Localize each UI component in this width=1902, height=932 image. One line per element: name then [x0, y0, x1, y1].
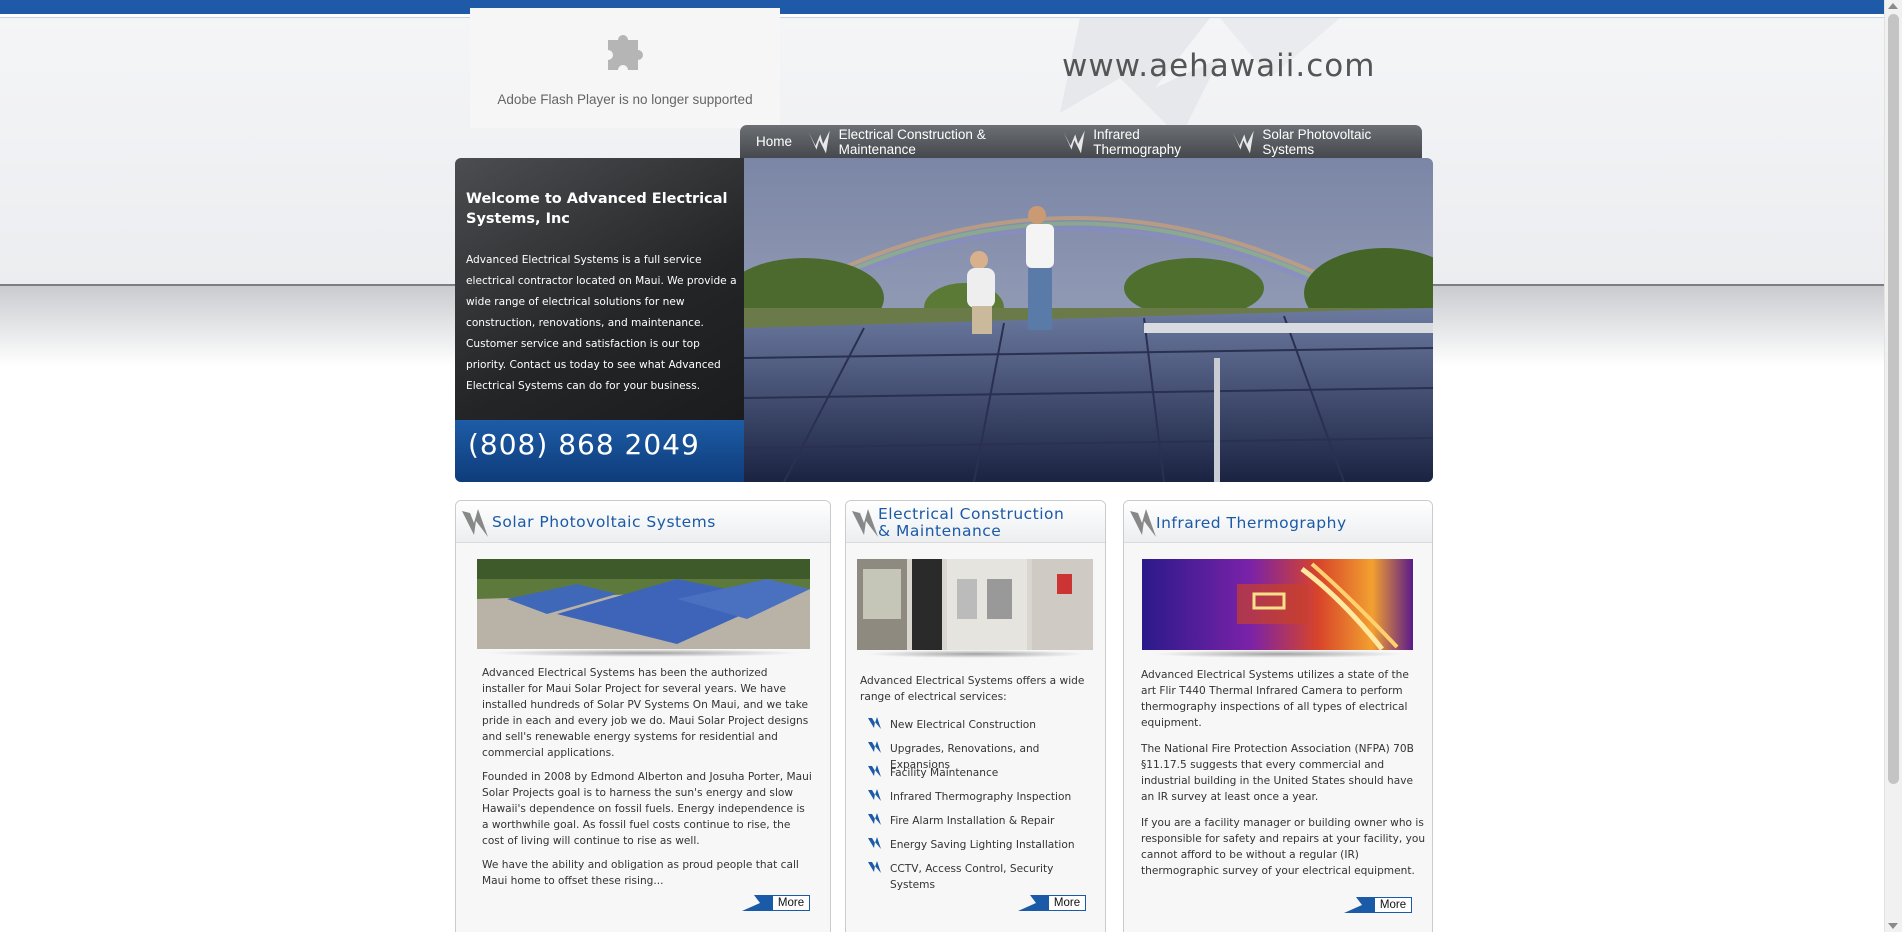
- image-shadow: [1154, 650, 1404, 658]
- hero-photo-solar-roof: [744, 158, 1433, 482]
- image-shadow: [486, 649, 801, 657]
- lightning-bullet-icon: [868, 861, 881, 873]
- electrical-section-title[interactable]: Electrical Construction & Maintenance: [878, 506, 1064, 540]
- infrared-section-header: Infrared Thermography: [1124, 501, 1432, 543]
- services-list: New Electrical Construction Upgrades, Re…: [860, 717, 1100, 891]
- electrical-section: Electrical Construction & Maintenance Ad…: [845, 500, 1106, 932]
- lightning-separator-icon: [808, 130, 830, 153]
- electrical-title-line-1: Electrical Construction: [878, 505, 1065, 523]
- infrared-section-text: Advanced Electrical Systems utilizes a s…: [1141, 667, 1426, 887]
- nav-electrical[interactable]: Electrical Construction & Maintenance: [835, 127, 1059, 157]
- electrical-intro: Advanced Electrical Systems offers a wid…: [860, 675, 1085, 703]
- hero-welcome-panel: Welcome to Advanced Electrical Systems, …: [455, 158, 744, 420]
- more-label[interactable]: More: [772, 895, 810, 911]
- nav-home[interactable]: Home: [740, 134, 804, 149]
- thermal-image-photo: [1142, 559, 1413, 650]
- lightning-bolt-icon: [852, 509, 878, 537]
- main-nav: Home Electrical Construction & Maintenan…: [740, 125, 1422, 158]
- solar-section-title[interactable]: Solar Photovoltaic Systems: [492, 514, 716, 531]
- lightning-separator-icon: [1232, 130, 1254, 153]
- service-item: Upgrades, Renovations, and Expansions: [860, 741, 1100, 771]
- more-label[interactable]: More: [1048, 895, 1086, 911]
- lightning-bullet-icon: [868, 813, 881, 825]
- solar-section-header: Solar Photovoltaic Systems: [456, 501, 830, 543]
- nav-infrared[interactable]: Infrared Thermography: [1089, 127, 1228, 157]
- service-item: Energy Saving Lighting Installation: [860, 837, 1100, 861]
- solar-paragraph-3: We have the ability and obligation as pr…: [482, 859, 799, 887]
- electrical-more-button[interactable]: More: [1018, 893, 1088, 913]
- service-item: Facility Maintenance: [860, 765, 1100, 789]
- flash-unsupported-message: Adobe Flash Player is no longer supporte…: [497, 92, 753, 107]
- hero-description: Advanced Electrical Systems is a full se…: [466, 254, 737, 392]
- flash-placeholder: Adobe Flash Player is no longer supporte…: [470, 8, 780, 128]
- lightning-bullet-icon: [868, 837, 881, 849]
- top-blue-bar: [0, 0, 1884, 14]
- scroll-up-arrow-icon[interactable]: [1888, 3, 1898, 9]
- service-item: Fire Alarm Installation & Repair: [860, 813, 1100, 837]
- service-item: Infrared Thermography Inspection: [860, 789, 1100, 813]
- electrical-section-header: Electrical Construction & Maintenance: [846, 501, 1105, 543]
- nav-solar[interactable]: Solar Photovoltaic Systems: [1258, 127, 1422, 157]
- hero-banner: Welcome to Advanced Electrical Systems, …: [455, 158, 1433, 482]
- solar-more-button[interactable]: More: [742, 893, 812, 913]
- infrared-more-button[interactable]: More: [1344, 895, 1414, 915]
- image-shadow: [866, 650, 1086, 658]
- lightning-bolt-icon: [1130, 509, 1156, 537]
- solar-section-text: Advanced Electrical Systems has been the…: [482, 665, 812, 897]
- infrared-paragraph-1: Advanced Electrical Systems utilizes a s…: [1141, 669, 1409, 729]
- solar-panels-photo: [477, 559, 810, 649]
- lightning-bullet-icon: [868, 765, 881, 777]
- phone-number: (808) 868 2049: [455, 420, 744, 482]
- service-item: CCTV, Access Control, Security Systems: [860, 861, 1100, 891]
- solar-paragraph-1: Advanced Electrical Systems has been the…: [482, 667, 809, 759]
- vertical-scrollbar[interactable]: [1884, 0, 1902, 932]
- infrared-section-title[interactable]: Infrared Thermography: [1156, 515, 1347, 532]
- hero-title: Welcome to Advanced Electrical Systems, …: [466, 191, 728, 227]
- more-label[interactable]: More: [1374, 897, 1412, 913]
- lightning-bolt-icon: [462, 509, 488, 537]
- lightning-separator-icon: [1063, 130, 1085, 153]
- infrared-section: Infrared Thermography Advanced Electrica…: [1123, 500, 1433, 932]
- site-url-logo[interactable]: www.aehawaii.com: [1062, 48, 1375, 84]
- infrared-paragraph-3: If you are a facility manager or buildin…: [1141, 817, 1426, 877]
- puzzle-piece-icon: [608, 35, 643, 70]
- electrical-section-text: Advanced Electrical Systems offers a wid…: [860, 673, 1100, 891]
- electrical-title-line-2: & Maintenance: [878, 522, 1002, 540]
- lightning-bullet-icon: [868, 717, 881, 729]
- infrared-paragraph-2: The National Fire Protection Association…: [1141, 743, 1414, 803]
- solar-paragraph-2: Founded in 2008 by Edmond Alberton and J…: [482, 771, 812, 847]
- lightning-bullet-icon: [868, 741, 881, 753]
- lightning-bullet-icon: [868, 789, 881, 801]
- electrical-panel-photo: [857, 559, 1093, 650]
- solar-section: Solar Photovoltaic Systems Advanced Elec…: [455, 500, 831, 932]
- scroll-down-arrow-icon[interactable]: [1888, 923, 1898, 929]
- service-item: New Electrical Construction: [860, 717, 1100, 741]
- scrollbar-thumb[interactable]: [1888, 14, 1899, 784]
